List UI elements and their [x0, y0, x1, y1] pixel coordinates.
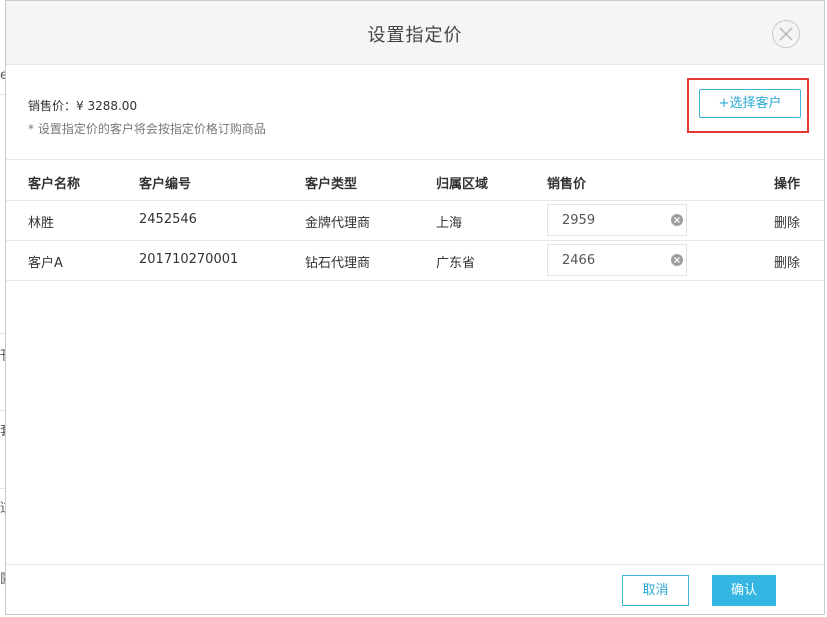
price-input[interactable]: [548, 245, 672, 275]
price-input-box: [547, 244, 687, 276]
select-customer-button[interactable]: +选择客户: [699, 89, 801, 118]
column-header-price: 销售价: [547, 177, 587, 192]
clear-icon[interactable]: [671, 214, 683, 226]
delete-link[interactable]: 删除: [774, 212, 800, 231]
dialog-title: 设置指定价: [367, 25, 463, 46]
customer-region: 广东省: [436, 256, 476, 271]
sale-price-text: 销售价：¥ 3288.00: [28, 99, 138, 113]
customer-code: 2452546: [139, 212, 197, 227]
customer-price-table: 客户名称 客户编号 客户类型 归属区域 销售价 操作 林胜 2452546 金牌…: [6, 159, 824, 281]
table-row: 林胜 2452546 金牌代理商 上海 删除: [6, 201, 824, 241]
customer-code: 201710270001: [139, 252, 239, 267]
price-input[interactable]: [548, 205, 672, 235]
column-header-code: 客户编号: [139, 177, 192, 192]
customer-name: 林胜: [28, 216, 55, 231]
table-header: 客户名称 客户编号 客户类型 归属区域 销售价 操作: [6, 159, 824, 201]
confirm-button[interactable]: 确认: [712, 575, 776, 606]
customer-name: 客户A: [28, 256, 63, 271]
column-header-action: 操作: [774, 177, 801, 192]
customer-type: 金牌代理商: [305, 216, 371, 231]
column-header-name: 客户名称: [28, 177, 81, 192]
price-input-box: [547, 204, 687, 236]
cancel-button[interactable]: 取消: [622, 575, 689, 606]
delete-link[interactable]: 删除: [774, 252, 800, 271]
table-row: 客户A 201710270001 钻石代理商 广东省 删除: [6, 241, 824, 281]
set-price-dialog: 设置指定价 销售价：¥ 3288.00 * 设置指定价的客户将会按指定价格订购商…: [5, 0, 825, 615]
dialog-footer: 取消 确认: [6, 564, 824, 614]
clear-icon[interactable]: [671, 254, 683, 266]
price-note-text: * 设置指定价的客户将会按指定价格订购商品: [28, 122, 266, 136]
column-header-type: 客户类型: [305, 177, 358, 192]
column-header-region: 归属区域: [436, 177, 489, 192]
customer-type: 钻石代理商: [305, 256, 371, 271]
close-button[interactable]: [772, 20, 800, 48]
customer-region: 上海: [436, 216, 463, 231]
dialog-header: 设置指定价: [6, 1, 824, 65]
